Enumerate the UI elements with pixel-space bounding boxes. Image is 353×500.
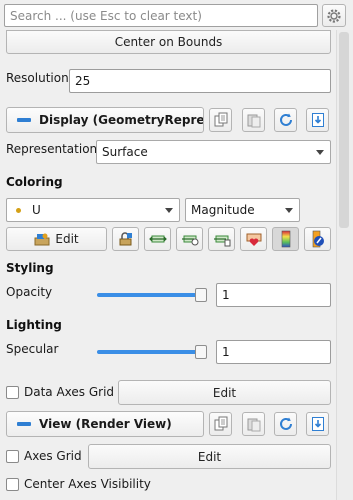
resolution-value: 25 — [75, 74, 91, 88]
center-axes-visibility-label: Center Axes Visibility — [24, 477, 151, 491]
paste-icon — [247, 418, 260, 432]
search-placeholder: Search ... (use Esc to clear text) — [10, 8, 202, 23]
toggle-color-legend-button[interactable] — [272, 227, 299, 251]
color-map-edit-icon — [34, 233, 50, 246]
view-save-defaults-button[interactable] — [306, 412, 329, 436]
rescale-temporal-range-button[interactable] — [208, 227, 235, 251]
display-section-title: Display (GeometryRepresentation) — [39, 113, 204, 127]
color-legend-icon — [281, 230, 290, 248]
representation-select[interactable]: Surface — [96, 140, 331, 164]
axes-grid-checkbox[interactable] — [6, 450, 19, 463]
chevron-down-icon — [165, 208, 173, 213]
view-section-header[interactable]: View (Render View) — [6, 411, 204, 437]
resolution-label: Resolution — [6, 71, 69, 85]
specular-slider[interactable] — [97, 350, 207, 354]
edit-legend-icon — [312, 230, 324, 248]
chevron-down-icon — [285, 208, 293, 213]
axes-grid-edit-button[interactable]: Edit — [88, 444, 331, 469]
refresh-icon — [279, 417, 292, 430]
representation-value: Surface — [102, 145, 148, 159]
specular-label: Specular — [6, 342, 59, 356]
opacity-field[interactable]: 1 — [216, 283, 331, 307]
styling-section-title: Styling — [6, 261, 54, 275]
opacity-slider-handle[interactable] — [195, 288, 207, 302]
edit-label: Edit — [212, 385, 237, 400]
edit-label: Edit — [197, 449, 222, 464]
separate-colormap-icon — [119, 232, 132, 246]
coloring-array-value: U — [32, 203, 41, 217]
view-paste-properties-button[interactable] — [242, 412, 265, 436]
copy-icon — [214, 416, 227, 431]
data-axes-grid-edit-button[interactable]: Edit — [118, 380, 331, 405]
rescale-temporal-icon — [213, 235, 230, 247]
copy-icon — [214, 112, 227, 127]
opacity-label: Opacity — [6, 285, 53, 299]
center-on-bounds-label: Center on Bounds — [114, 35, 223, 49]
coloring-component-select[interactable]: Magnitude — [185, 198, 300, 222]
specular-slider-handle[interactable] — [195, 345, 207, 359]
center-axes-visibility-checkbox[interactable] — [6, 478, 19, 491]
settings-button[interactable] — [322, 4, 346, 27]
center-on-bounds-button[interactable]: Center on Bounds — [6, 30, 331, 54]
edit-label: Edit — [55, 232, 79, 246]
display-section-header[interactable]: Display (GeometryRepresentation) — [6, 107, 204, 133]
coloring-section-title: Coloring — [6, 175, 63, 189]
paste-properties-button[interactable] — [242, 108, 265, 132]
rescale-custom-range-button[interactable] — [176, 227, 203, 251]
edit-color-legend-button[interactable] — [304, 227, 331, 251]
data-axes-grid-checkbox[interactable] — [6, 386, 19, 399]
rescale-data-range-button[interactable] — [144, 227, 171, 251]
search-input[interactable]: Search ... (use Esc to clear text) — [4, 4, 318, 27]
opacity-value: 1 — [222, 288, 230, 302]
use-separate-color-map-button[interactable] — [112, 227, 139, 251]
opacity-slider[interactable] — [97, 293, 207, 297]
download-icon — [311, 113, 324, 127]
coloring-component-value: Magnitude — [191, 203, 255, 217]
edit-color-map-button[interactable]: Edit — [6, 227, 107, 251]
refresh-icon — [279, 113, 292, 126]
reload-button[interactable] — [274, 108, 297, 132]
heart-icon — [246, 233, 261, 246]
view-section-title: View (Render View) — [39, 417, 172, 431]
gear-icon — [327, 8, 341, 23]
copy-properties-button[interactable] — [209, 108, 232, 132]
representation-label: Representation — [6, 142, 98, 156]
rescale-visible-range-button[interactable] — [240, 227, 267, 251]
chevron-down-icon — [316, 150, 324, 155]
paste-icon — [247, 114, 260, 128]
lighting-section-title: Lighting — [6, 318, 62, 332]
coloring-array-select[interactable]: U — [6, 198, 180, 222]
resolution-field[interactable]: 25 — [69, 69, 331, 93]
axes-grid-label: Axes Grid — [24, 449, 82, 463]
specular-value: 1 — [222, 345, 230, 359]
data-axes-grid-label: Data Axes Grid — [24, 385, 115, 399]
view-reload-button[interactable] — [274, 412, 297, 436]
point-data-icon — [16, 207, 21, 213]
view-copy-properties-button[interactable] — [209, 412, 232, 436]
collapse-icon — [17, 422, 31, 426]
download-icon — [311, 417, 324, 431]
collapse-icon — [17, 118, 31, 122]
rescale-custom-icon — [181, 235, 198, 246]
save-defaults-button[interactable] — [306, 108, 329, 132]
specular-field[interactable]: 1 — [216, 340, 331, 364]
scrollbar-thumb[interactable] — [339, 32, 349, 228]
rescale-icon — [148, 235, 167, 243]
